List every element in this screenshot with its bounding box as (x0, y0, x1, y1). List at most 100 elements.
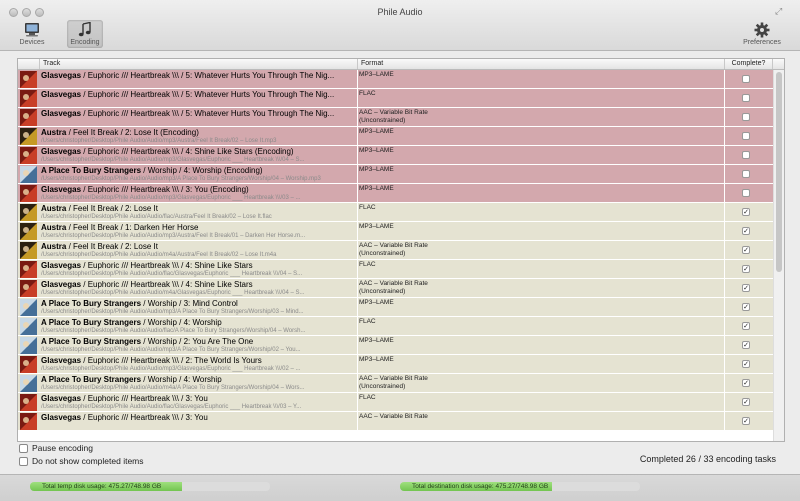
track-details: / Worship / 2: You Are The One (141, 337, 254, 346)
hide-completed-option[interactable]: Do not show completed items (19, 456, 144, 466)
complete-checkbox[interactable]: ✓ (742, 398, 750, 406)
header-complete[interactable]: Complete? (725, 59, 773, 69)
header-track[interactable]: Track (40, 59, 358, 69)
format-cell: AAC – Variable Bit Rate (Unconstrained) (359, 242, 428, 257)
table-row[interactable]: A Place To Bury Strangers / Worship / 3:… (18, 298, 773, 317)
track-cell: Glasvegas / Euphoric /// Heartbreak \\\ … (41, 90, 371, 100)
column-divider (724, 374, 725, 393)
table-row[interactable]: Austra / Feel It Break / 2: Lose It (Enc… (18, 127, 773, 146)
toolbar-preferences-button[interactable]: Preferences (740, 20, 784, 48)
track-path: /Users/christopher/Desktop/Phile Audio/A… (41, 195, 301, 201)
track-title: Austra / Feel It Break / 2: Lose It (Enc… (41, 128, 371, 138)
column-divider (724, 165, 725, 184)
column-divider (724, 89, 725, 108)
album-art-icon (20, 223, 37, 240)
complete-checkbox[interactable]: ✓ (742, 246, 750, 254)
column-divider (724, 393, 725, 412)
track-artist: A Place To Bury Strangers (41, 337, 142, 346)
track-path: /Users/christopher/Desktop/Phile Audio/A… (41, 328, 306, 334)
table-row[interactable]: Glasvegas / Euphoric /// Heartbreak \\\ … (18, 184, 773, 203)
track-details: / Euphoric /// Heartbreak \\\ / 4: Shine… (81, 147, 294, 156)
temp-disk-usage-label: Total temp disk usage: 475.27/748.98 GB (42, 483, 162, 490)
table-row[interactable]: Glasvegas / Euphoric /// Heartbreak \\\ … (18, 393, 773, 412)
track-artist: Glasvegas (41, 394, 82, 403)
vertical-scrollbar[interactable] (773, 70, 784, 441)
complete-checkbox[interactable]: ✓ (742, 208, 750, 216)
pause-encoding-checkbox[interactable] (19, 444, 28, 453)
complete-checkbox[interactable]: ✓ (742, 322, 750, 330)
track-details: / Worship / 4: Worship (Encoding) (141, 166, 263, 175)
complete-checkbox[interactable] (742, 113, 750, 121)
track-cell: Austra / Feel It Break / 1: Darken Her H… (41, 223, 371, 240)
temp-disk-usage-bar: Total temp disk usage: 475.27/748.98 GB (30, 482, 270, 491)
track-details: / Feel It Break / 2: Lose It (Encoding) (66, 128, 199, 137)
track-artist: Glasvegas (41, 71, 82, 80)
table-row[interactable]: Glasvegas / Euphoric /// Heartbreak \\\ … (18, 70, 773, 89)
table-row[interactable]: Glasvegas / Euphoric /// Heartbreak \\\ … (18, 279, 773, 298)
format-cell: MP3–LAME (359, 185, 394, 192)
complete-checkbox[interactable]: ✓ (742, 360, 750, 368)
complete-checkbox[interactable]: ✓ (742, 284, 750, 292)
track-title: Austra / Feel It Break / 2: Lose It (41, 242, 371, 252)
complete-checkbox[interactable]: ✓ (742, 341, 750, 349)
table-row[interactable]: A Place To Bury Strangers / Worship / 2:… (18, 336, 773, 355)
complete-checkbox[interactable] (742, 132, 750, 140)
hide-completed-label: Do not show completed items (32, 456, 144, 466)
table-body: Glasvegas / Euphoric /// Heartbreak \\\ … (18, 70, 773, 431)
column-divider (724, 184, 725, 203)
track-artist: Glasvegas (41, 185, 82, 194)
encoding-label: Encoding (70, 39, 100, 46)
complete-checkbox[interactable] (742, 189, 750, 197)
scrollbar-thumb[interactable] (776, 72, 782, 272)
table-row[interactable]: Austra / Feel It Break / 1: Darken Her H… (18, 222, 773, 241)
track-path: /Users/christopher/Desktop/Phile Audio/A… (41, 271, 303, 277)
devices-label: Devices (19, 39, 45, 46)
column-divider (724, 203, 725, 222)
table-row[interactable]: A Place To Bury Strangers / Worship / 4:… (18, 374, 773, 393)
complete-checkbox[interactable] (742, 170, 750, 178)
table-row[interactable]: Glasvegas / Euphoric /// Heartbreak \\\ … (18, 355, 773, 374)
toolbar-encoding-button[interactable]: Encoding (67, 20, 103, 48)
table-row[interactable]: Glasvegas / Euphoric /// Heartbreak \\\ … (18, 260, 773, 279)
format-cell: MP3–LAME (359, 147, 394, 154)
table-row[interactable]: A Place To Bury Strangers / Worship / 4:… (18, 165, 773, 184)
complete-checkbox[interactable]: ✓ (742, 303, 750, 311)
track-artist: Austra (41, 204, 67, 213)
track-artist: Glasvegas (41, 356, 82, 365)
complete-checkbox[interactable]: ✓ (742, 227, 750, 235)
fullscreen-icon[interactable]: ⤢ (775, 7, 784, 16)
column-divider (724, 279, 725, 298)
complete-checkbox[interactable]: ✓ (742, 265, 750, 273)
table-row[interactable]: Austra / Feel It Break / 2: Lose It/User… (18, 241, 773, 260)
header-format[interactable]: Format (358, 59, 725, 69)
track-title: Glasvegas / Euphoric /// Heartbreak \\\ … (41, 280, 371, 290)
header-art-column[interactable] (18, 59, 40, 69)
album-art-icon (20, 204, 37, 221)
track-cell: Glasvegas / Euphoric /// Heartbreak \\\ … (41, 356, 371, 373)
track-title: Glasvegas / Euphoric /// Heartbreak \\\ … (41, 147, 371, 157)
column-divider (724, 260, 725, 279)
table-row[interactable]: Austra / Feel It Break / 2: Lose It/User… (18, 203, 773, 222)
toolbar-devices-button[interactable]: Devices (15, 20, 49, 48)
track-cell: Glasvegas / Euphoric /// Heartbreak \\\ … (41, 147, 371, 164)
complete-checkbox[interactable]: ✓ (742, 379, 750, 387)
album-art-icon (20, 109, 37, 126)
dest-disk-usage-bar: Total destination disk usage: 475.27/748… (400, 482, 640, 491)
track-cell: Austra / Feel It Break / 2: Lose It/User… (41, 242, 371, 259)
hide-completed-checkbox[interactable] (19, 457, 28, 466)
complete-checkbox[interactable]: ✓ (742, 417, 750, 425)
track-cell: A Place To Bury Strangers / Worship / 2:… (41, 337, 371, 354)
pause-encoding-option[interactable]: Pause encoding (19, 443, 93, 453)
table-row[interactable]: Glasvegas / Euphoric /// Heartbreak \\\ … (18, 89, 773, 108)
complete-checkbox[interactable] (742, 151, 750, 159)
complete-checkbox[interactable] (742, 94, 750, 102)
table-row[interactable]: Glasvegas / Euphoric /// Heartbreak \\\ … (18, 108, 773, 127)
track-details: / Euphoric /// Heartbreak \\\ / 3: You (81, 394, 208, 403)
table-row[interactable]: Glasvegas / Euphoric /// Heartbreak \\\ … (18, 412, 773, 431)
track-title: Glasvegas / Euphoric /// Heartbreak \\\ … (41, 413, 371, 423)
table-row[interactable]: A Place To Bury Strangers / Worship / 4:… (18, 317, 773, 336)
track-artist: Glasvegas (41, 280, 82, 289)
complete-checkbox[interactable] (742, 75, 750, 83)
album-art-icon (20, 261, 37, 278)
table-row[interactable]: Glasvegas / Euphoric /// Heartbreak \\\ … (18, 146, 773, 165)
